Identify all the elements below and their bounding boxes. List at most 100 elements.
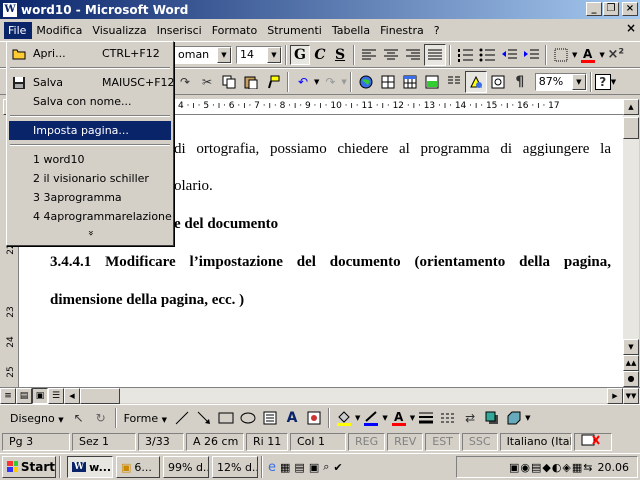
minimize-button[interactable]: _ xyxy=(586,2,602,16)
italic-button[interactable]: C xyxy=(310,45,330,65)
status-rec[interactable]: REG xyxy=(348,433,386,451)
quicklaunch-icon-2[interactable]: ▦ xyxy=(280,461,290,474)
menu-inserisci[interactable]: Inserisci xyxy=(153,22,208,39)
font-dropdown-icon[interactable]: ▼ xyxy=(217,46,231,63)
restore-button[interactable]: ❐ xyxy=(603,2,619,16)
show-formatting-icon[interactable]: ¶ xyxy=(509,71,531,93)
increase-indent-icon[interactable] xyxy=(520,44,542,66)
borders-icon[interactable] xyxy=(550,44,572,66)
tables-borders-icon[interactable] xyxy=(377,71,399,93)
task-word[interactable]: Ww... xyxy=(67,456,113,478)
task-3[interactable]: 99% d... xyxy=(163,456,209,478)
web-view-icon[interactable]: ▤ xyxy=(16,388,32,404)
task-2[interactable]: ▣ 6... xyxy=(116,456,160,478)
status-rev[interactable]: REV xyxy=(387,433,424,451)
undo-icon[interactable]: ↶ xyxy=(292,71,314,93)
clock[interactable]: 20.06 xyxy=(598,461,630,474)
scroll-right-icon[interactable]: ▶ xyxy=(607,388,623,404)
help-dropdown-icon[interactable]: ▼ xyxy=(611,78,616,86)
menu-visualizza[interactable]: Visualizza xyxy=(88,22,152,39)
decrease-indent-icon[interactable] xyxy=(498,44,520,66)
status-ovr[interactable]: SSC xyxy=(461,433,498,451)
menu-modifica[interactable]: Modifica xyxy=(32,22,88,39)
menu-help[interactable]: ? xyxy=(430,22,446,39)
status-language[interactable]: Italiano (Ital xyxy=(499,433,572,451)
redo-icon[interactable]: ↷ xyxy=(319,71,341,93)
scroll-down-icon[interactable]: ▼ xyxy=(623,339,639,355)
document-close-icon[interactable]: × xyxy=(624,22,638,36)
quicklaunch-icon-6[interactable]: ✔ xyxy=(333,461,342,474)
insert-excel-icon[interactable] xyxy=(421,71,443,93)
line-color-icon[interactable] xyxy=(360,407,382,429)
draw-menu-button[interactable]: Disegno ▼ xyxy=(6,412,68,425)
menu-file[interactable]: File xyxy=(4,21,33,39)
scroll-left-icon[interactable]: ◀ xyxy=(64,388,80,404)
align-center-icon[interactable] xyxy=(380,44,402,66)
shadow-icon[interactable] xyxy=(481,407,503,429)
hscroll-thumb[interactable] xyxy=(80,388,120,404)
quicklaunch-icon-5[interactable]: ⌕ xyxy=(323,460,329,474)
copy-icon[interactable] xyxy=(218,71,240,93)
menu-finestra[interactable]: Finestra xyxy=(376,22,430,39)
align-right-icon[interactable] xyxy=(402,44,424,66)
select-objects-icon[interactable]: ↖ xyxy=(68,407,90,429)
redo-dropdown-icon[interactable]: ▼ xyxy=(341,78,346,86)
vertical-scrollbar[interactable]: ▲ ▼ ▲▲ ● xyxy=(623,99,639,387)
web-toolbar-icon[interactable] xyxy=(355,71,377,93)
zoom-combo[interactable]: 87% ▼ xyxy=(534,72,587,91)
free-rotate-icon[interactable]: ↻ xyxy=(90,407,112,429)
document-map-icon[interactable] xyxy=(487,71,509,93)
menu-formato[interactable]: Formato xyxy=(208,22,264,39)
arrow-icon[interactable] xyxy=(193,407,215,429)
quicklaunch-icon-3[interactable]: ▤ xyxy=(294,461,304,474)
align-left-icon[interactable] xyxy=(358,44,380,66)
justify-icon[interactable] xyxy=(424,43,446,66)
wordart-icon[interactable]: A xyxy=(281,407,303,429)
menu-save[interactable]: Salva MAIUSC+F12 xyxy=(9,73,175,92)
redo-arrow-icon[interactable]: ↷ xyxy=(174,71,196,93)
next-page-icon[interactable]: ▼▼ xyxy=(623,388,639,404)
bullet-list-icon[interactable] xyxy=(476,44,498,66)
horizontal-ruler[interactable]: 4 · ı · 5 · ı · 6 · ı · 7 · ı · 8 · ı · … xyxy=(174,99,626,115)
oval-icon[interactable] xyxy=(237,407,259,429)
font-name-combo[interactable]: oman ▼ xyxy=(174,45,232,64)
prev-page-icon[interactable]: ▲▲ xyxy=(623,355,639,371)
autoshapes-button[interactable]: Forme ▼ xyxy=(120,412,171,425)
font-size-combo[interactable]: 14 ▼ xyxy=(236,45,282,64)
cut-icon[interactable]: ✂ xyxy=(196,71,218,93)
word-app-icon[interactable]: W xyxy=(3,2,17,17)
text-box-icon[interactable] xyxy=(259,407,281,429)
outline-view-icon[interactable]: ☰ xyxy=(48,388,64,404)
rectangle-icon[interactable] xyxy=(215,407,237,429)
paste-icon[interactable] xyxy=(240,71,262,93)
print-view-icon[interactable]: ▣ xyxy=(32,388,48,404)
quicklaunch-icon-4[interactable]: ▣ xyxy=(309,461,319,474)
zoom-dropdown-icon[interactable]: ▼ xyxy=(571,73,586,90)
tray-icons[interactable]: ▣◉▤◆◐◈▦⇆ xyxy=(509,461,594,474)
status-ext[interactable]: EST xyxy=(425,433,460,451)
3d-icon[interactable] xyxy=(503,407,525,429)
draw-font-color-icon[interactable]: A xyxy=(388,407,410,429)
help-icon[interactable]: ? xyxy=(594,73,611,90)
ie-icon[interactable]: e xyxy=(268,460,276,475)
font-color-icon[interactable]: A xyxy=(577,44,599,66)
draw-more-icon[interactable]: ▼ xyxy=(525,414,530,422)
menu-strumenti[interactable]: Strumenti xyxy=(263,22,328,39)
normal-view-icon[interactable]: ≡ xyxy=(0,388,16,404)
task-4[interactable]: 12% d... xyxy=(212,456,258,478)
menu-page-setup[interactable]: Imposta pagina... xyxy=(9,121,171,140)
columns-icon[interactable] xyxy=(443,71,465,93)
bold-button[interactable]: G xyxy=(290,44,310,65)
arrow-style-icon[interactable]: ⇄ xyxy=(459,407,481,429)
clip-art-icon[interactable] xyxy=(303,407,325,429)
format-painter-icon[interactable] xyxy=(262,71,284,93)
toolbar-close-icon[interactable]: ×² xyxy=(605,44,627,66)
close-button[interactable]: × xyxy=(622,2,638,16)
menu-open[interactable]: Apri... CTRL+F12 xyxy=(9,44,171,63)
numbered-list-icon[interactable] xyxy=(454,44,476,66)
menu-tabella[interactable]: Tabella xyxy=(328,22,376,39)
dash-style-icon[interactable] xyxy=(437,407,459,429)
menu-save-as[interactable]: Salva con nome... xyxy=(9,92,171,111)
fill-color-icon[interactable] xyxy=(333,407,355,429)
size-dropdown-icon[interactable]: ▼ xyxy=(267,46,281,63)
